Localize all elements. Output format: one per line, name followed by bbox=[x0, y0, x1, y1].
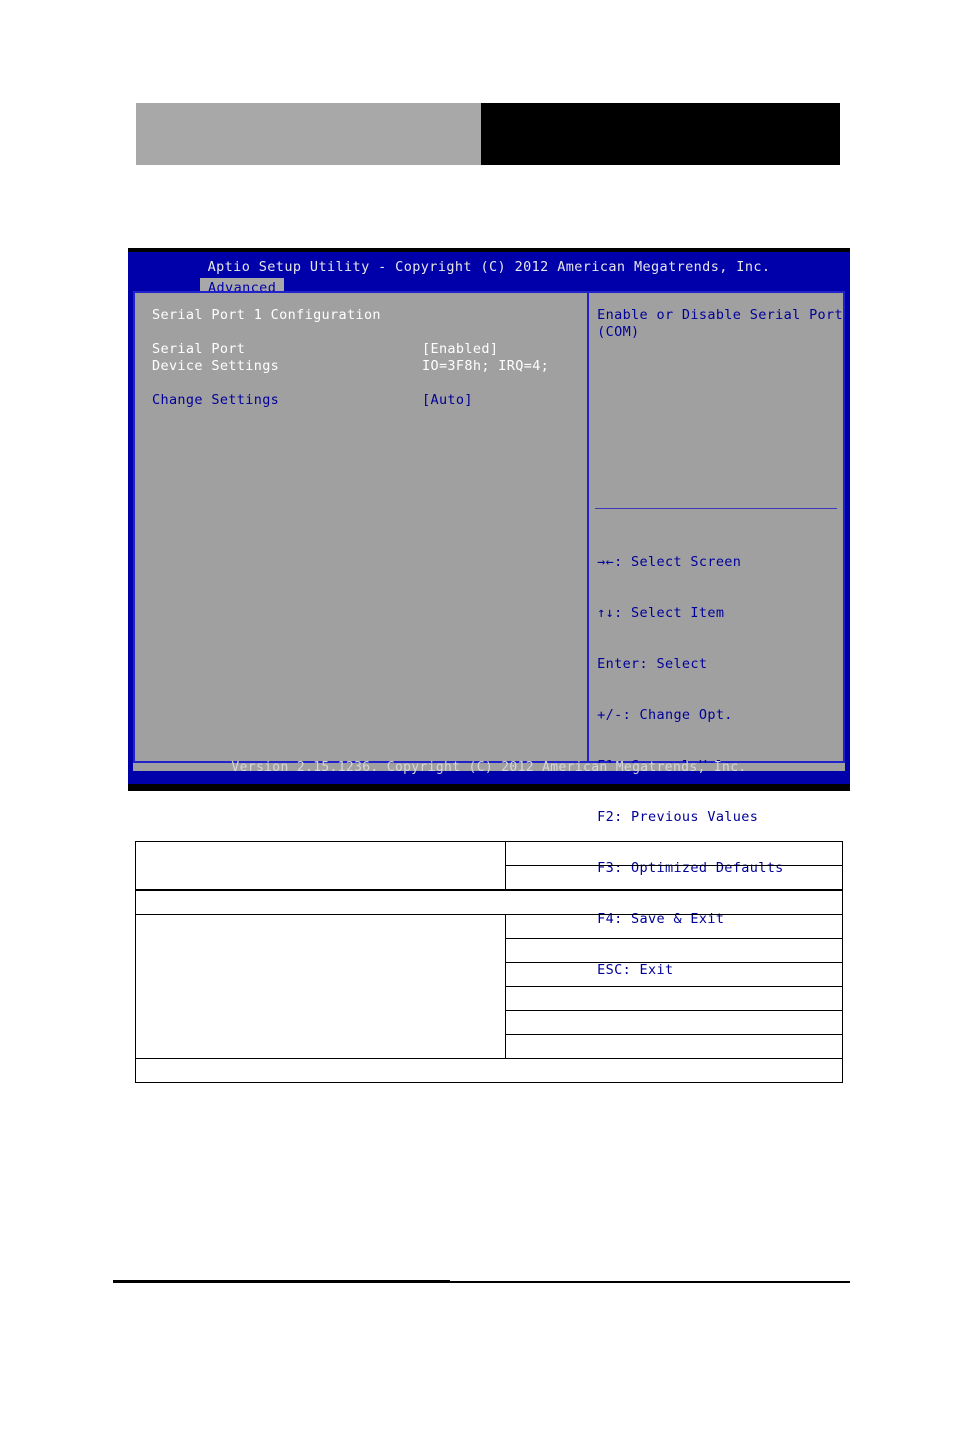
key-legend-enter-select: Enter: Select bbox=[597, 656, 708, 672]
table-cell-a2 bbox=[135, 914, 506, 1059]
setting-row-change-settings[interactable]: Change Settings [Auto] bbox=[152, 392, 587, 409]
key-legend-change-opt: +/-: Change Opt. bbox=[597, 707, 733, 723]
table-cell-b5 bbox=[505, 962, 843, 987]
help-text-line1: Enable or Disable Serial Port bbox=[597, 307, 843, 323]
key-legend-f2-previous-values: F2: Previous Values bbox=[597, 809, 759, 825]
table-cell-b1 bbox=[505, 841, 843, 866]
table-cell-b2 bbox=[505, 865, 843, 891]
bios-bottom-edge bbox=[128, 784, 850, 791]
table-cell-fullwidth-1 bbox=[135, 889, 843, 915]
table-row bbox=[135, 1058, 843, 1083]
section-title-row: Serial Port 1 Configuration bbox=[152, 307, 587, 324]
setting-value-serial-port[interactable]: [Enabled] bbox=[422, 341, 498, 358]
table-row bbox=[135, 914, 843, 1059]
table-cell-b4 bbox=[505, 938, 843, 963]
bios-help-column: Enable or Disable Serial Port (COM) →←: … bbox=[589, 293, 843, 978]
help-text-line2: (COM) bbox=[597, 324, 640, 340]
section-title: Serial Port 1 Configuration bbox=[152, 307, 381, 323]
table-cell-fullwidth-2 bbox=[135, 1058, 843, 1083]
setting-value-device-settings: IO=3F8h; IRQ=4; bbox=[422, 358, 550, 374]
table-cell-a1 bbox=[135, 841, 506, 891]
table-row bbox=[135, 841, 843, 891]
bios-setup-screen: Aptio Setup Utility - Copyright (C) 2012… bbox=[128, 248, 850, 978]
bios-title: Aptio Setup Utility - Copyright (C) 2012… bbox=[207, 259, 771, 275]
page-footer-rule-thick bbox=[113, 1280, 450, 1283]
header-block-left bbox=[136, 103, 481, 165]
table-row bbox=[135, 889, 843, 915]
setting-value-change-settings[interactable]: [Auto] bbox=[422, 392, 473, 409]
header-block-right bbox=[481, 103, 840, 165]
setting-label-change-settings: Change Settings bbox=[152, 392, 280, 408]
table-cell-b7 bbox=[505, 1010, 843, 1035]
table-cell-b6 bbox=[505, 986, 843, 1011]
setting-row-device-settings: Device Settings IO=3F8h; IRQ=4; bbox=[152, 358, 587, 375]
key-legend-select-item: ↑↓: Select Item bbox=[597, 605, 725, 621]
setting-label-device-settings: Device Settings bbox=[152, 358, 280, 374]
setting-label-serial-port: Serial Port bbox=[152, 341, 246, 357]
key-legend-select-screen: →←: Select Screen bbox=[597, 554, 742, 570]
bios-version-footer: Version 2.15.1236. Copyright (C) 2012 Am… bbox=[231, 760, 747, 775]
bios-content-panel: Serial Port 1 Configuration Serial Port … bbox=[133, 291, 845, 978]
bios-settings-column: Serial Port 1 Configuration Serial Port … bbox=[135, 293, 587, 761]
table-cell-b8 bbox=[505, 1034, 843, 1059]
spec-table bbox=[135, 841, 843, 1083]
help-separator bbox=[595, 508, 837, 509]
table-cell-b3 bbox=[505, 914, 843, 939]
page-header-banner bbox=[136, 103, 840, 165]
setting-row-serial-port[interactable]: Serial Port [Enabled] bbox=[152, 341, 587, 358]
